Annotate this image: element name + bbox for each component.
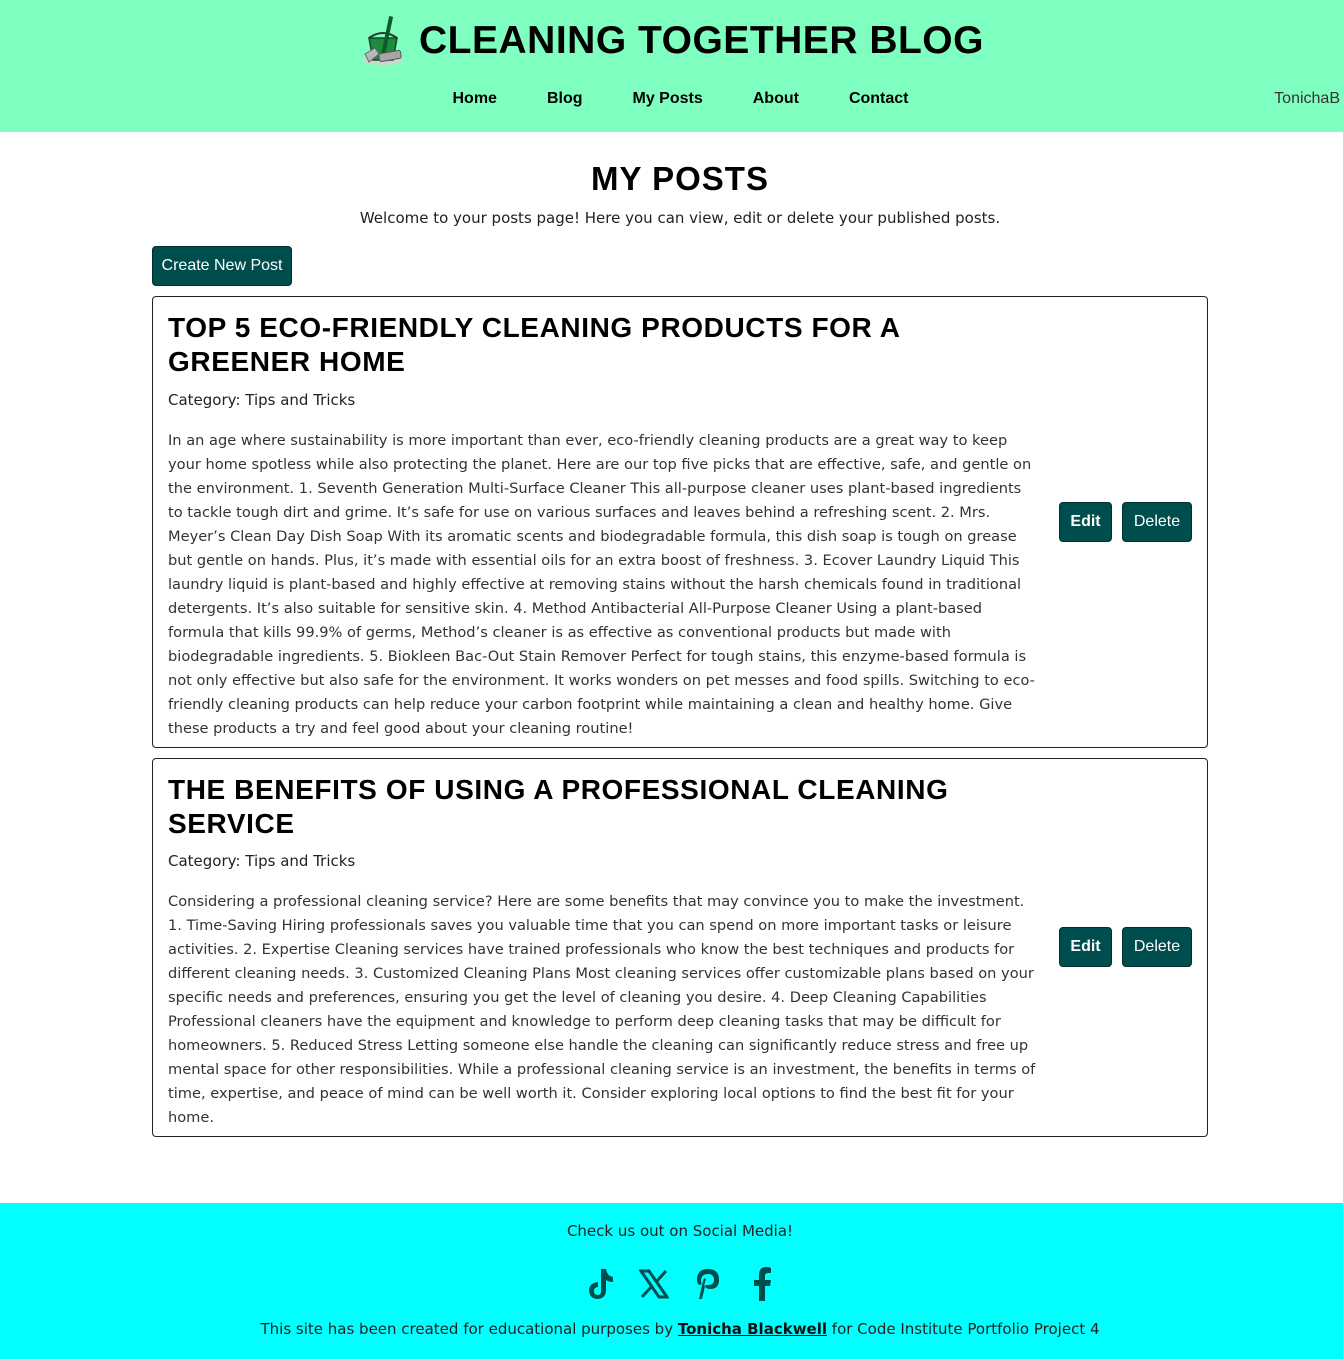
x-twitter-icon[interactable]: [637, 1265, 671, 1303]
edit-button[interactable]: Edit: [1059, 927, 1112, 967]
credit-prefix: This site has been created for education…: [260, 1320, 678, 1338]
social-heading: Check us out on Social Media!: [566, 1222, 794, 1240]
post-body: In an age where sustainability is more i…: [168, 432, 1035, 737]
tiktok-icon[interactable]: [583, 1265, 617, 1303]
username[interactable]: TonichaB: [1274, 90, 1340, 108]
site-header: CLEANING TOGETHER BLOG Home Blog My Post…: [0, 0, 1343, 132]
credit-suffix: for Code Institute Portfolio Project 4: [827, 1320, 1100, 1338]
social-icons: [0, 1265, 1343, 1303]
delete-button[interactable]: Delete: [1122, 927, 1192, 967]
create-new-post-button[interactable]: Create New Post: [152, 246, 292, 286]
post-actions: Edit Delete: [1059, 927, 1192, 967]
post-category: Category: Tips and Tricks: [168, 852, 356, 870]
nav-home[interactable]: Home: [427, 90, 521, 108]
main-nav: Home Blog My Posts About Contact: [0, 90, 1343, 108]
edit-button[interactable]: Edit: [1059, 502, 1112, 542]
nav-contact[interactable]: Contact: [824, 90, 934, 108]
nav-blog[interactable]: Blog: [522, 90, 608, 108]
post-card: Top 5 Eco-Friendly Cleaning Products for…: [152, 296, 1208, 748]
post-title: Top 5 Eco-Friendly Cleaning Products for…: [168, 312, 900, 377]
welcome-text: Welcome to your posts page! Here you can…: [359, 209, 1001, 227]
site-footer: Check us out on Social Media! This site …: [0, 1203, 1343, 1359]
nav-my-posts[interactable]: My Posts: [607, 90, 727, 108]
author-link[interactable]: Tonicha Blackwell: [678, 1320, 827, 1338]
delete-button[interactable]: Delete: [1122, 502, 1192, 542]
post-card: The Benefits of Using a Professional Cle…: [152, 758, 1208, 1137]
page-title: MY POSTS: [591, 160, 769, 197]
post-title: The Benefits of Using a Professional Cle…: [168, 774, 949, 839]
brand[interactable]: CLEANING TOGETHER BLOG: [0, 14, 1343, 68]
credit-text: This site has been created for education…: [0, 1320, 1343, 1338]
facebook-icon[interactable]: [745, 1265, 779, 1303]
post-body: Considering a professional cleaning serv…: [168, 893, 1036, 1126]
pinterest-icon[interactable]: [691, 1265, 725, 1303]
nav-about[interactable]: About: [728, 90, 824, 108]
site-title: CLEANING TOGETHER BLOG: [419, 19, 984, 62]
post-actions: Edit Delete: [1059, 502, 1192, 542]
cleaning-bucket-logo-icon: [359, 14, 409, 68]
post-category: Category: Tips and Tricks: [168, 391, 356, 409]
